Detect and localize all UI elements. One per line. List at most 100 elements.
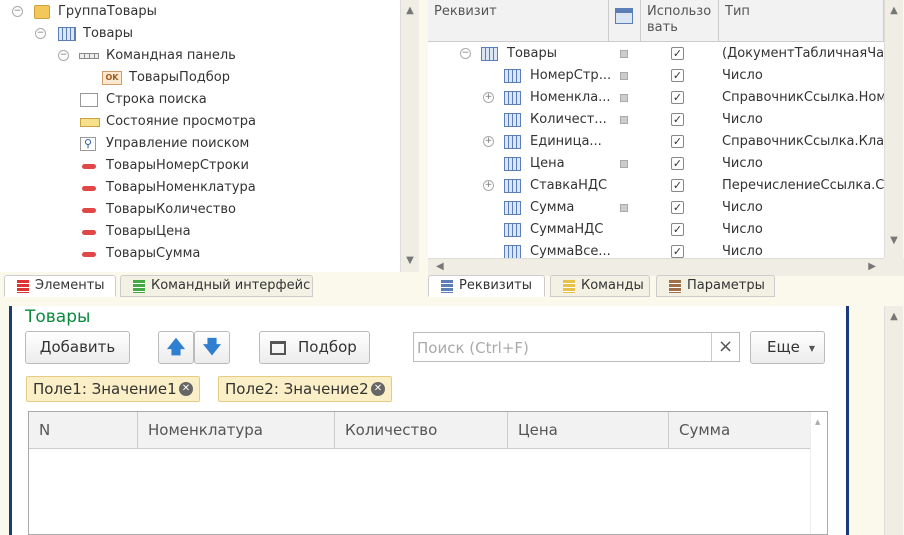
header-type[interactable]: Тип — [719, 0, 884, 42]
attribute-table-icon — [504, 201, 521, 215]
move-down-button[interactable]: 🡇 — [194, 331, 230, 364]
command-panel-icon — [79, 53, 99, 59]
header-label: Использо вать — [647, 4, 712, 35]
tree-table-items[interactable]: − Товары — [0, 23, 400, 45]
use-checkbox[interactable]: ✓ — [671, 223, 684, 236]
tree-field-line-number[interactable]: ТоварыНомерСтроки — [0, 155, 400, 177]
add-button[interactable]: Добавить — [25, 331, 130, 364]
scroll-up-icon[interactable]: ▲ — [815, 418, 820, 426]
attribute-row[interactable]: − Товары ✓ (ДокументТабличнаяЧасть) — [428, 43, 884, 65]
items-table[interactable]: N Номенклатура Количество Цена Сумма ▲ — [28, 411, 828, 535]
tree-field-nomenclature[interactable]: ТоварыНоменклатура — [0, 177, 400, 199]
expand-icon[interactable]: + — [483, 92, 494, 103]
expand-icon[interactable]: + — [483, 136, 494, 147]
filter-chip-1[interactable]: Поле1: Значение1 ✕ — [26, 376, 200, 402]
use-checkbox[interactable]: ✓ — [671, 91, 684, 104]
attribute-name: Номенкла... — [530, 90, 611, 105]
column-header-price[interactable]: Цена — [508, 412, 669, 449]
tree-search-string[interactable]: Строка поиска — [0, 89, 400, 111]
scroll-up-icon[interactable]: ▲ — [885, 308, 903, 326]
attribute-row[interactable]: Цена ✓ Число — [428, 153, 884, 175]
tree-item-label: Управление поиском — [106, 136, 250, 151]
tab-label: Реквизиты — [459, 278, 532, 293]
use-checkbox[interactable]: ✓ — [671, 245, 684, 258]
attribute-table-icon — [504, 91, 521, 105]
attribute-type: СправочникСсылка.Номенклатура — [722, 90, 884, 105]
scroll-up-icon[interactable]: ▲ — [401, 2, 419, 20]
clear-icon[interactable]: × — [711, 333, 739, 361]
scroll-down-icon[interactable]: ▼ — [401, 252, 419, 270]
scroll-down-icon[interactable]: ▼ — [885, 232, 903, 250]
header-attribute[interactable]: Реквизит — [428, 0, 609, 42]
use-checkbox[interactable]: ✓ — [671, 179, 684, 192]
pick-button-label: Подбор — [298, 338, 357, 356]
use-checkbox[interactable]: ✓ — [671, 135, 684, 148]
use-checkbox[interactable]: ✓ — [671, 113, 684, 126]
use-checkbox[interactable]: ✓ — [671, 69, 684, 82]
attribute-row[interactable]: Сумма ✓ Число — [428, 197, 884, 219]
more-button[interactable]: Еще ▼ — [750, 331, 825, 364]
attribute-row[interactable]: СуммаВсе... ✓ Число — [428, 241, 884, 258]
collapse-icon[interactable]: − — [460, 48, 471, 59]
tree-item-label: Командная панель — [106, 48, 236, 63]
table-vertical-scrollbar[interactable]: ▲ — [810, 412, 827, 534]
tree-item-label: ТоварыПодбор — [129, 70, 230, 85]
attribute-row[interactable]: СуммаНДС ✓ Число — [428, 219, 884, 241]
header-use[interactable]: Использо вать — [641, 0, 719, 42]
use-checkbox[interactable]: ✓ — [671, 47, 684, 60]
picture-marker-icon — [620, 50, 628, 58]
attribute-row[interactable]: + Единица... ✓ СправочникСсылка.Классификат… — [428, 131, 884, 153]
attribute-row[interactable]: + СтавкаНДС ✓ ПеречислениеСсылка.СтавкиНДС — [428, 175, 884, 197]
attribute-row[interactable]: + Номенкла... ✓ СправочникСсылка.Номенклату… — [428, 87, 884, 109]
header-picture[interactable] — [609, 0, 641, 42]
tree-group-items[interactable]: − ГруппаТовары — [0, 1, 400, 23]
tree-field-price[interactable]: ТоварыЦена — [0, 221, 400, 243]
attribute-name: СтавкаНДС — [530, 178, 608, 193]
attribute-table-icon — [504, 69, 521, 83]
tree-field-quantity[interactable]: ТоварыКоличество — [0, 199, 400, 221]
collapse-icon[interactable]: − — [58, 50, 69, 61]
tab-elements[interactable]: Элементы — [4, 275, 116, 297]
column-header-nomenclature[interactable]: Номенклатура — [138, 412, 335, 449]
use-checkbox[interactable]: ✓ — [671, 201, 684, 214]
attribute-row[interactable]: Количест... ✓ Число — [428, 109, 884, 131]
tree-field-sum[interactable]: ТоварыСумма — [0, 243, 400, 265]
tree-items-pick[interactable]: OK ТоварыПодбор — [0, 67, 400, 89]
attribute-type: Число — [722, 222, 763, 237]
remove-filter-icon[interactable]: ✕ — [371, 382, 385, 396]
column-header-sum[interactable]: Сумма — [669, 412, 810, 449]
tab-commands[interactable]: Команды — [550, 275, 650, 297]
attribute-table-icon — [504, 179, 521, 193]
collapse-icon[interactable]: − — [35, 28, 46, 39]
tab-command-interface[interactable]: Командный интерфейс — [120, 275, 313, 297]
scroll-up-icon[interactable]: ▲ — [885, 2, 903, 20]
search-field[interactable]: Поиск (Ctrl+F) × — [413, 332, 740, 362]
expand-icon[interactable]: + — [483, 180, 494, 191]
tree-view-state[interactable]: Состояние просмотра — [0, 111, 400, 133]
tree-command-panel[interactable]: − Командная панель — [0, 45, 400, 67]
tab-parameters[interactable]: Параметры — [656, 275, 775, 297]
column-header-n[interactable]: N — [29, 412, 138, 449]
scroll-right-icon[interactable]: ▶ — [868, 261, 876, 272]
scroll-left-icon[interactable]: ◀ — [436, 261, 444, 272]
pick-button[interactable]: Подбор — [259, 331, 370, 364]
attribute-table-icon — [481, 47, 498, 61]
column-header-quantity[interactable]: Количество — [335, 412, 508, 449]
tab-attributes[interactable]: Реквизиты — [428, 275, 545, 297]
right-tabbar: Реквизиты Команды Параметры — [428, 272, 904, 298]
form-vertical-scrollbar[interactable]: ▲ — [884, 306, 903, 535]
splitter[interactable] — [0, 298, 884, 306]
tree-search-control[interactable]: ⚲ Управление поиском — [0, 133, 400, 155]
attributes-vertical-scrollbar[interactable]: ▲ ▼ — [884, 0, 903, 258]
remove-filter-icon[interactable]: ✕ — [179, 382, 193, 396]
filter-chip-2[interactable]: Поле2: Значение2 ✕ — [218, 376, 392, 402]
attribute-name: Единица... — [530, 134, 602, 149]
use-checkbox[interactable]: ✓ — [671, 157, 684, 170]
move-up-button[interactable]: 🡅 — [158, 331, 194, 364]
attribute-row[interactable]: НомерСтр... ✓ Число — [428, 65, 884, 87]
search-input[interactable]: Поиск (Ctrl+F) — [417, 339, 529, 357]
collapse-icon[interactable]: − — [12, 6, 23, 17]
left-vertical-scrollbar[interactable]: ▲ ▼ — [400, 0, 419, 272]
attribute-table-icon — [504, 223, 521, 237]
tree-item-label: ТоварыКоличество — [106, 202, 236, 217]
